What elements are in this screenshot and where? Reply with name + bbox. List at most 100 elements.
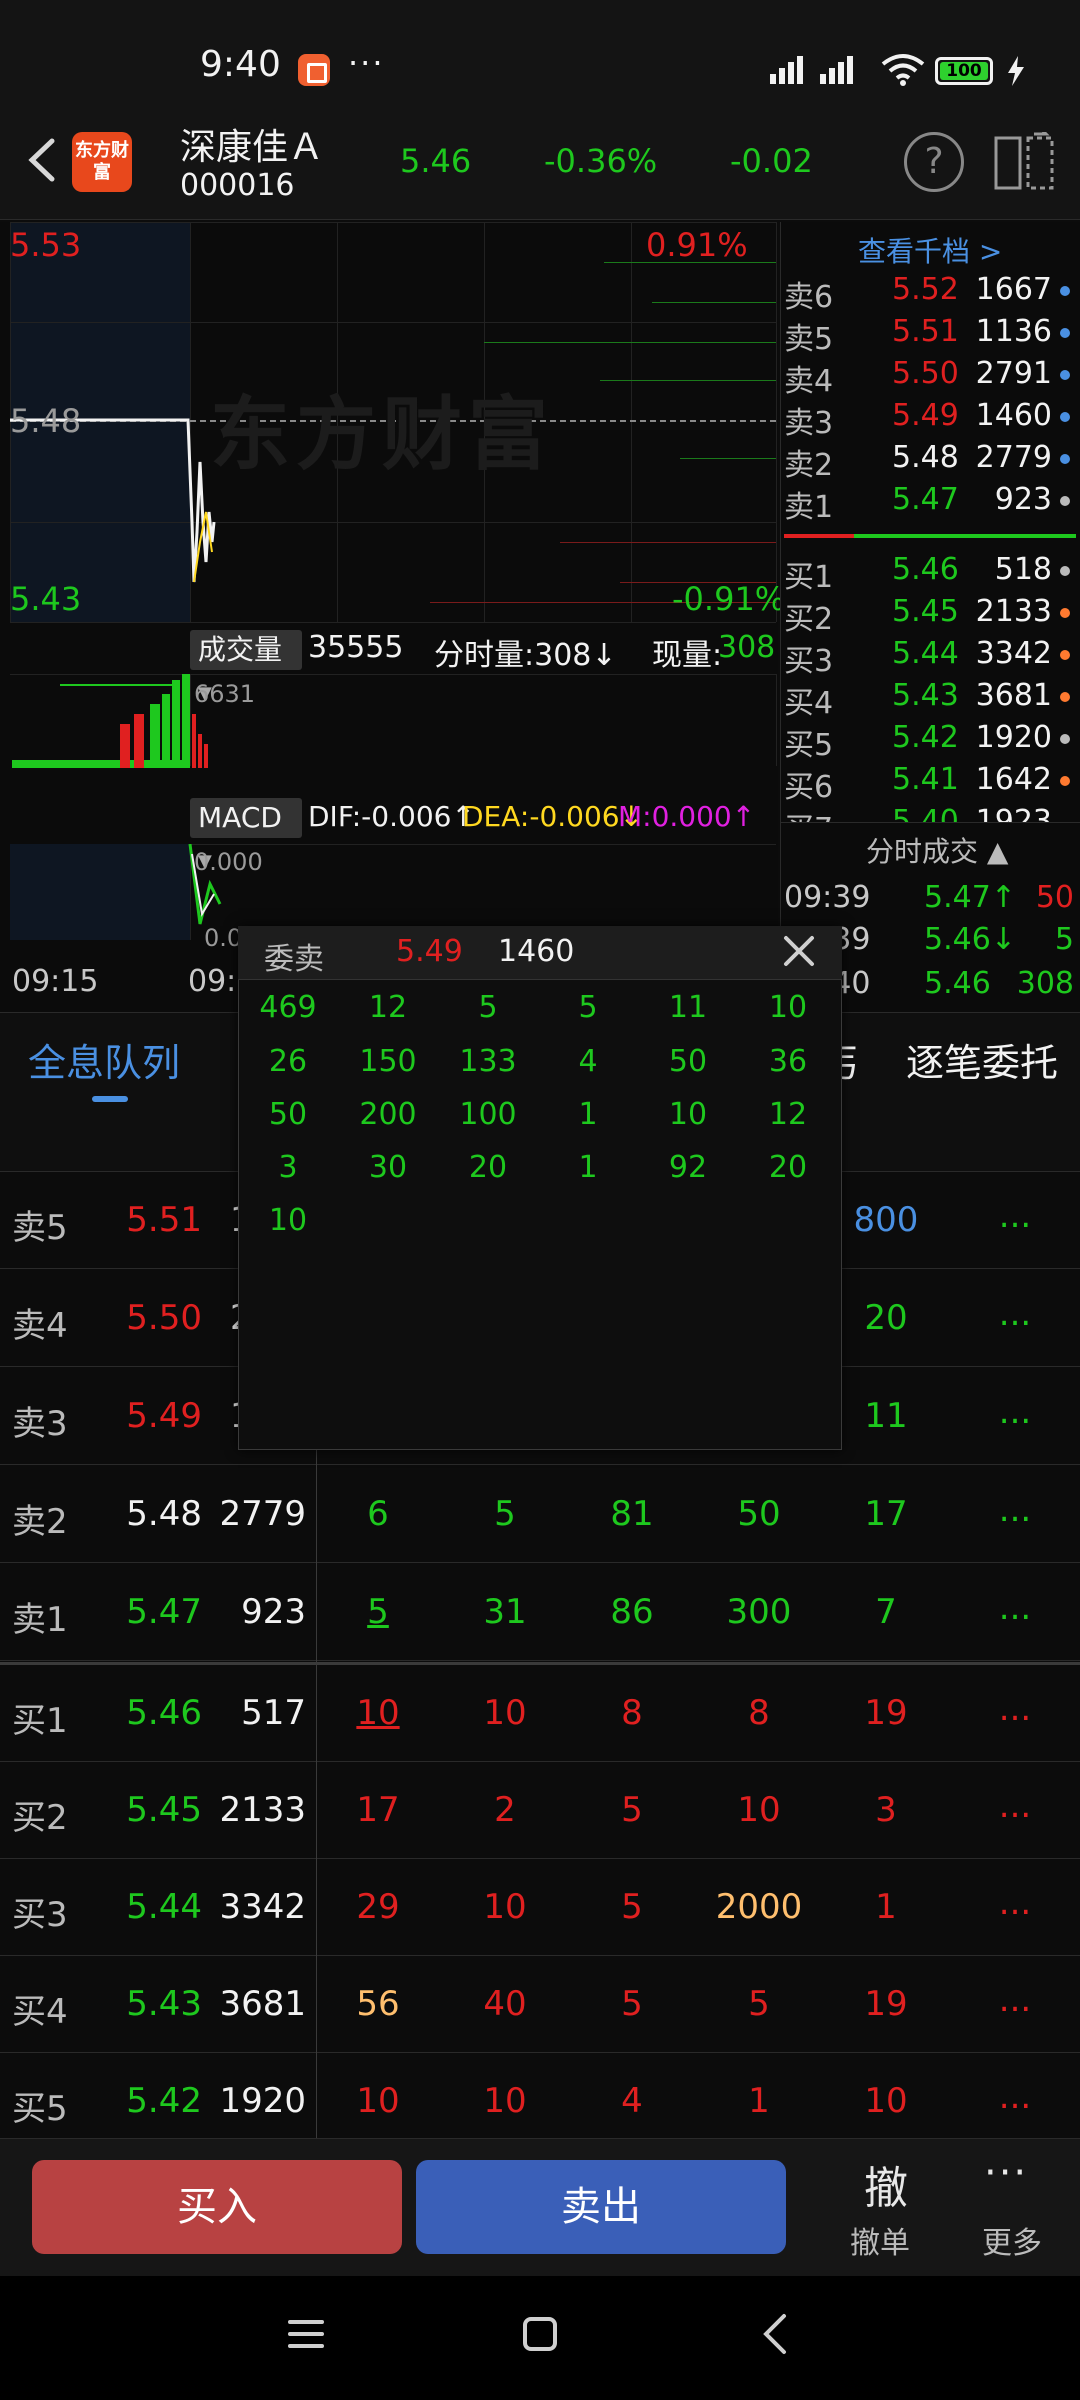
macd-axis-zero: 0.000 (194, 848, 263, 876)
volume-now-value: 308 (718, 630, 776, 665)
more-icon[interactable]: ... (990, 1196, 1040, 1236)
queue-cell: 300 (726, 1592, 792, 1632)
queue-cell: 40 (483, 1984, 527, 2024)
table-row[interactable]: 卖2 5.48 2779 6 5 81 50 17 ... (0, 1466, 1080, 1563)
nav-back-icon[interactable] (756, 2312, 796, 2356)
sell-level-row[interactable]: 卖3 5.49 1460 (784, 398, 1080, 441)
charging-icon (1008, 56, 1024, 86)
more-icon[interactable]: ... (990, 1786, 1040, 1826)
more-options-label[interactable]: 更多 (982, 2218, 1042, 2262)
more-notifications-icon: ··· (348, 44, 385, 82)
queue-order-cell: 20 (468, 1150, 508, 1185)
buy-level-row[interactable]: 买2 5.45 2133 (784, 594, 1080, 637)
tab-order-by-order[interactable]: 逐笔委托 (906, 1032, 1058, 1087)
more-icon[interactable]: ... (990, 1490, 1040, 1530)
tab-full-queue[interactable]: 全息队列 (28, 1032, 180, 1087)
sell-button[interactable]: 卖出 (416, 2160, 786, 2254)
book-divider-red (784, 534, 854, 538)
level-dot-icon (1060, 370, 1070, 380)
table-row[interactable]: 买5 5.42 1920 10 10 4 1 10 ... (0, 2053, 1080, 2138)
level-label: 卖5 (784, 322, 834, 357)
row-label: 买4 (12, 1992, 68, 2032)
queue-cell: 7 (875, 1592, 897, 1632)
level-volume: 3342 (975, 636, 1052, 671)
signal-bar-icon (797, 56, 803, 84)
queue-order-cell: 5 (478, 990, 498, 1025)
buy-level-row[interactable]: 买5 5.42 1920 (784, 720, 1080, 763)
sell-level-row[interactable]: 卖6 5.52 1667 (784, 272, 1080, 315)
volume-selector-label: 成交量 (198, 633, 283, 666)
home-icon[interactable] (520, 2314, 560, 2354)
macd-m: M:0.000↑ (618, 800, 756, 833)
queue-cell: 2000 (715, 1887, 803, 1927)
more-icon[interactable]: ... (990, 1294, 1040, 1334)
buy-level-row[interactable]: 买75.401923 (784, 804, 1080, 822)
volume-minute: 分时量:308↓ (434, 638, 617, 673)
time-sales-title[interactable]: 分时成交 ▲ (866, 830, 1008, 870)
chart-high-price: 5.53 (10, 226, 82, 264)
volume-indicator-selector[interactable]: 成交量 ▼ (190, 630, 302, 704)
stock-code: 000016 (180, 168, 295, 203)
buy-level-row[interactable]: 买3 5.44 3342 (784, 636, 1080, 679)
queue-cell: 17 (864, 1494, 908, 1534)
buy-level-row[interactable]: 买6 5.41 1642 (784, 762, 1080, 805)
macd-indicator-selector[interactable]: MACD ▼ (190, 798, 302, 872)
row-label: 卖5 (12, 1208, 68, 1248)
intraday-chart[interactable] (0, 222, 778, 1012)
more-options-icon[interactable]: ··· (984, 2150, 1028, 2196)
queue-order-cell: 133 (459, 1044, 517, 1079)
back-arrow-icon[interactable] (20, 135, 70, 185)
macd-selector-label: MACD (198, 801, 282, 834)
level-volume: 2791 (975, 356, 1052, 391)
table-row[interactable]: 买3 5.44 3342 29 10 5 2000 1 ... (0, 1859, 1080, 1956)
signal-bar-icon (847, 56, 853, 84)
queue-order-cell: 100 (459, 1097, 517, 1132)
tick-price: 5.46↓ (924, 922, 1016, 957)
cancel-order-label[interactable]: 撤单 (850, 2218, 910, 2262)
change-amount: -0.02 (730, 142, 813, 180)
more-icon[interactable]: ... (990, 1588, 1040, 1628)
wifi-icon (881, 54, 925, 86)
volume-bars (12, 674, 208, 768)
layout-switch-icon[interactable] (994, 132, 1056, 194)
help-icon[interactable]: ? (904, 132, 964, 192)
row-volume: 2779 (219, 1494, 306, 1534)
queue-order-cell: 3 (278, 1150, 298, 1185)
popup-volume: 1460 (498, 934, 575, 969)
more-icon[interactable]: ... (990, 2077, 1040, 2117)
queue-cell: 19 (864, 1984, 908, 2024)
level-volume: 2133 (975, 594, 1052, 629)
view-thousand-levels-link[interactable]: 查看千档 > (858, 230, 1002, 270)
queue-order-cell: 92 (668, 1150, 708, 1185)
sell-level-row[interactable]: 卖2 5.48 2779 (784, 440, 1080, 483)
queue-cell: 5 (621, 1984, 643, 2024)
more-icon[interactable]: ... (990, 1689, 1040, 1729)
more-icon[interactable]: ... (990, 1392, 1040, 1432)
sell-level-row[interactable]: 卖1 5.47 923 (784, 482, 1080, 525)
tick-row: 09:39 5.47↑ 50 (784, 880, 1080, 920)
buy-level-row[interactable]: 买4 5.43 3681 (784, 678, 1080, 721)
buy-button[interactable]: 买入 (32, 2160, 402, 2254)
level-dot-icon (1060, 412, 1070, 422)
buy-level-row[interactable]: 买1 5.46 518 (784, 552, 1080, 595)
table-row[interactable]: 买1 5.46 517 10 10 8 8 19 ... (0, 1665, 1080, 1762)
table-row[interactable]: 买4 5.43 3681 56 40 5 5 19 ... (0, 1956, 1080, 2053)
level-label: 买5 (784, 728, 834, 763)
recent-apps-icon[interactable] (286, 2314, 326, 2354)
sell-level-row[interactable]: 卖4 5.50 2791 (784, 356, 1080, 399)
cancel-order-icon[interactable]: 撤 (856, 2152, 916, 2216)
close-icon[interactable] (776, 928, 822, 974)
level-volume: 1920 (975, 720, 1052, 755)
stock-name[interactable]: 深康佳Ａ (180, 118, 324, 170)
table-row[interactable]: 买2 5.45 2133 17 2 5 10 3 ... (0, 1762, 1080, 1859)
more-icon[interactable]: ... (990, 1883, 1040, 1923)
queue-cell: 11 (864, 1396, 908, 1436)
level-volume: 1667 (975, 272, 1052, 307)
row-price: 5.46 (126, 1693, 202, 1733)
more-icon[interactable]: ... (990, 1980, 1040, 2020)
queue-cell: 8 (621, 1693, 643, 1733)
table-row[interactable]: 卖1 5.47 923 5 31 86 300 7 ... (0, 1564, 1080, 1661)
sell-level-row[interactable]: 卖5 5.51 1136 (784, 314, 1080, 357)
level-label: 买3 (784, 644, 834, 679)
tick-volume: 308 (1016, 966, 1074, 1001)
